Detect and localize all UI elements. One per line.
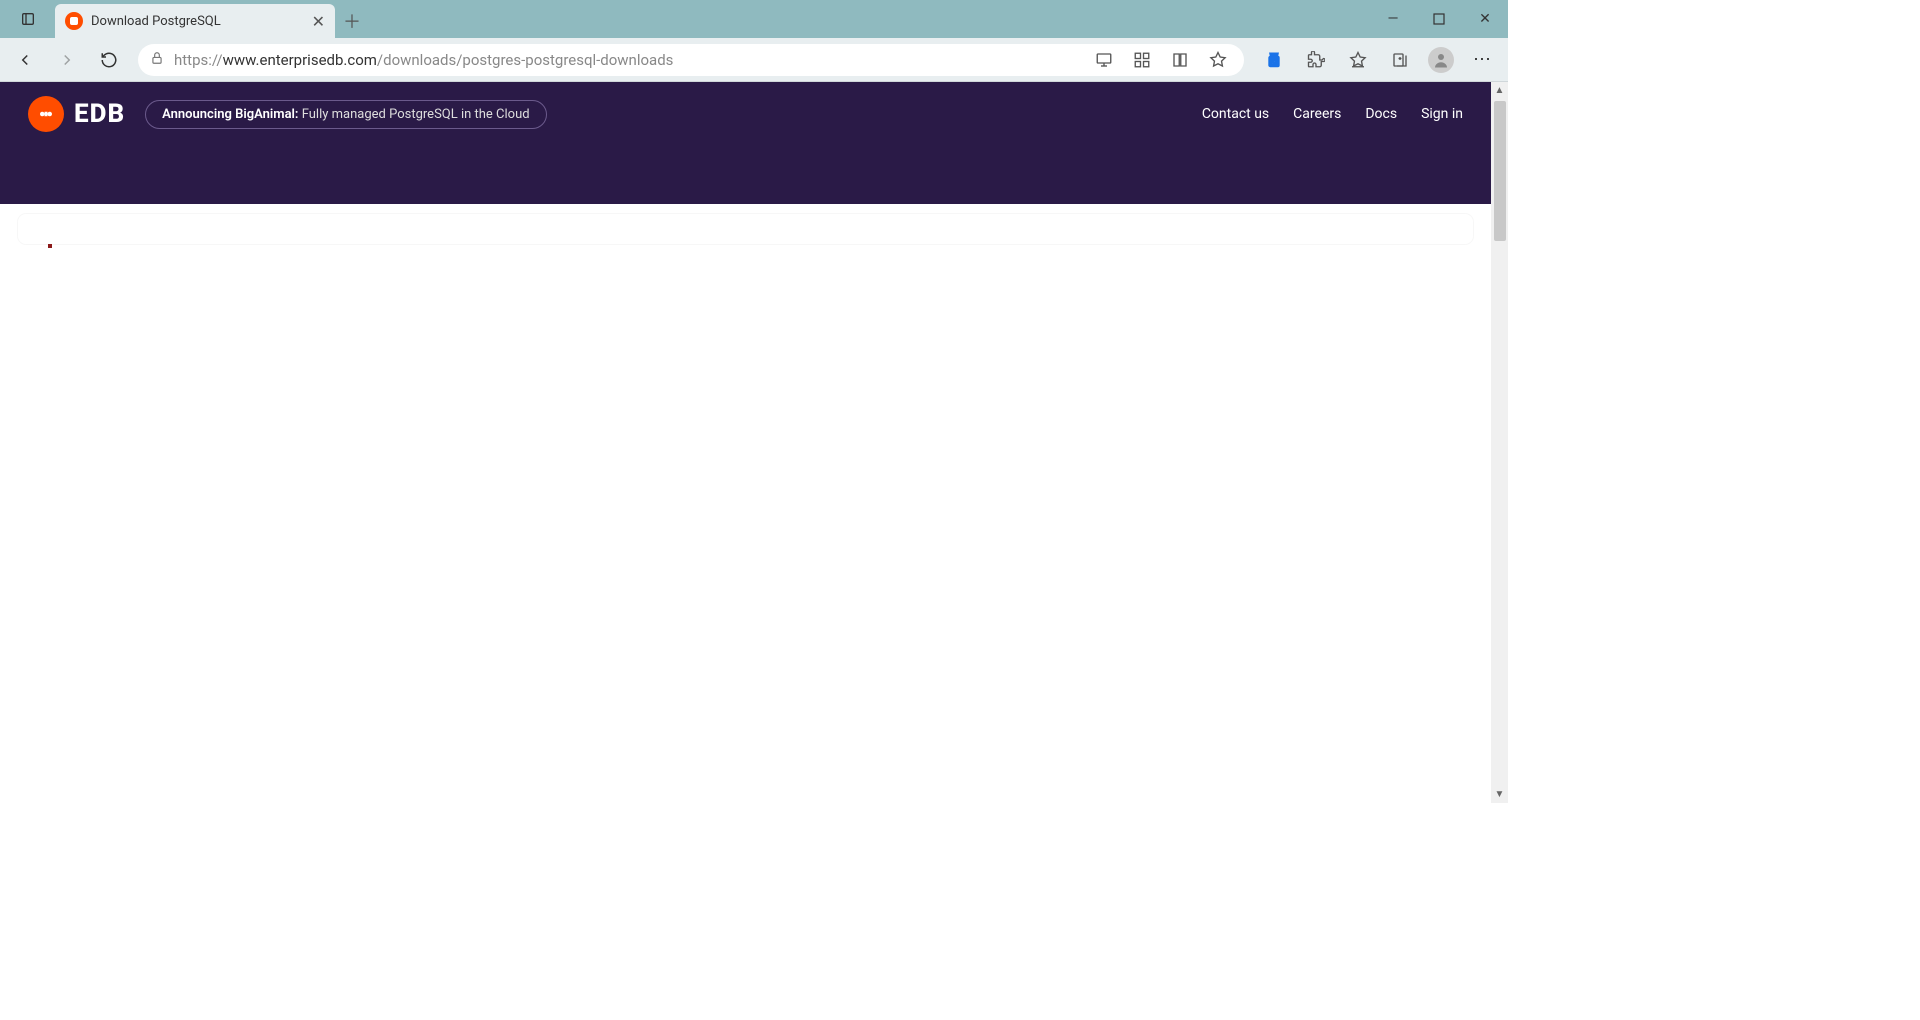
- downloads-card: [18, 214, 1473, 244]
- svg-text:a: a: [1272, 57, 1276, 65]
- reading-view-icon[interactable]: [1166, 41, 1194, 79]
- forward-button[interactable]: [48, 41, 86, 79]
- scroll-thumb[interactable]: [1494, 101, 1506, 241]
- desktop-icon[interactable]: [1090, 41, 1118, 79]
- page-content: EDB Announcing BigAnimal: Fully managed …: [0, 82, 1491, 803]
- top-link-contact-us[interactable]: Contact us: [1202, 106, 1269, 122]
- browser-tab[interactable]: Download PostgreSQL ✕: [55, 4, 335, 38]
- tab-close-icon[interactable]: ✕: [312, 12, 325, 31]
- scrollbar[interactable]: ▲ ▼: [1491, 82, 1508, 803]
- close-window-button[interactable]: ✕: [1462, 0, 1508, 38]
- extensions-icon[interactable]: [1296, 41, 1336, 79]
- window-controls: — ✕: [1370, 0, 1508, 38]
- refresh-button[interactable]: [90, 41, 128, 79]
- collections-icon[interactable]: [1380, 41, 1420, 79]
- logo-icon: [28, 96, 64, 132]
- tab-actions-icon[interactable]: [0, 0, 55, 38]
- favorites-star-icon[interactable]: [1204, 41, 1232, 79]
- scroll-up-icon[interactable]: ▲: [1491, 82, 1508, 99]
- extensions-url-icon[interactable]: [1128, 41, 1156, 79]
- logo-text: EDB: [74, 99, 125, 129]
- back-button[interactable]: [6, 41, 44, 79]
- address-bar[interactable]: https://www.enterprisedb.com/downloads/p…: [138, 44, 1244, 76]
- profile-avatar[interactable]: [1428, 47, 1454, 73]
- scroll-down-icon[interactable]: ▼: [1491, 786, 1508, 803]
- browser-toolbar: https://www.enterprisedb.com/downloads/p…: [0, 38, 1508, 82]
- more-menu-icon[interactable]: ⋯: [1462, 41, 1502, 79]
- announcement-pill[interactable]: Announcing BigAnimal: Fully managed Post…: [145, 100, 546, 129]
- maximize-button[interactable]: [1416, 0, 1462, 38]
- site-logo[interactable]: EDB: [28, 96, 125, 132]
- tab-title: Download PostgreSQL: [91, 14, 304, 29]
- new-tab-button[interactable]: ＋: [335, 4, 369, 38]
- minimize-button[interactable]: —: [1370, 0, 1416, 38]
- favicon-icon: [65, 12, 83, 30]
- url-text: https://www.enterprisedb.com/downloads/p…: [174, 51, 1080, 69]
- favorites-icon[interactable]: [1338, 41, 1378, 79]
- top-link-sign-in[interactable]: Sign in: [1421, 106, 1463, 122]
- top-link-docs[interactable]: Docs: [1365, 106, 1397, 122]
- highlight-box: [48, 244, 52, 248]
- top-link-careers[interactable]: Careers: [1293, 106, 1341, 122]
- shopping-icon[interactable]: a: [1254, 41, 1294, 79]
- lock-icon: [150, 50, 164, 69]
- site-header: EDB Announcing BigAnimal: Fully managed …: [0, 82, 1491, 204]
- browser-titlebar: Download PostgreSQL ✕ ＋ — ✕: [0, 0, 1508, 38]
